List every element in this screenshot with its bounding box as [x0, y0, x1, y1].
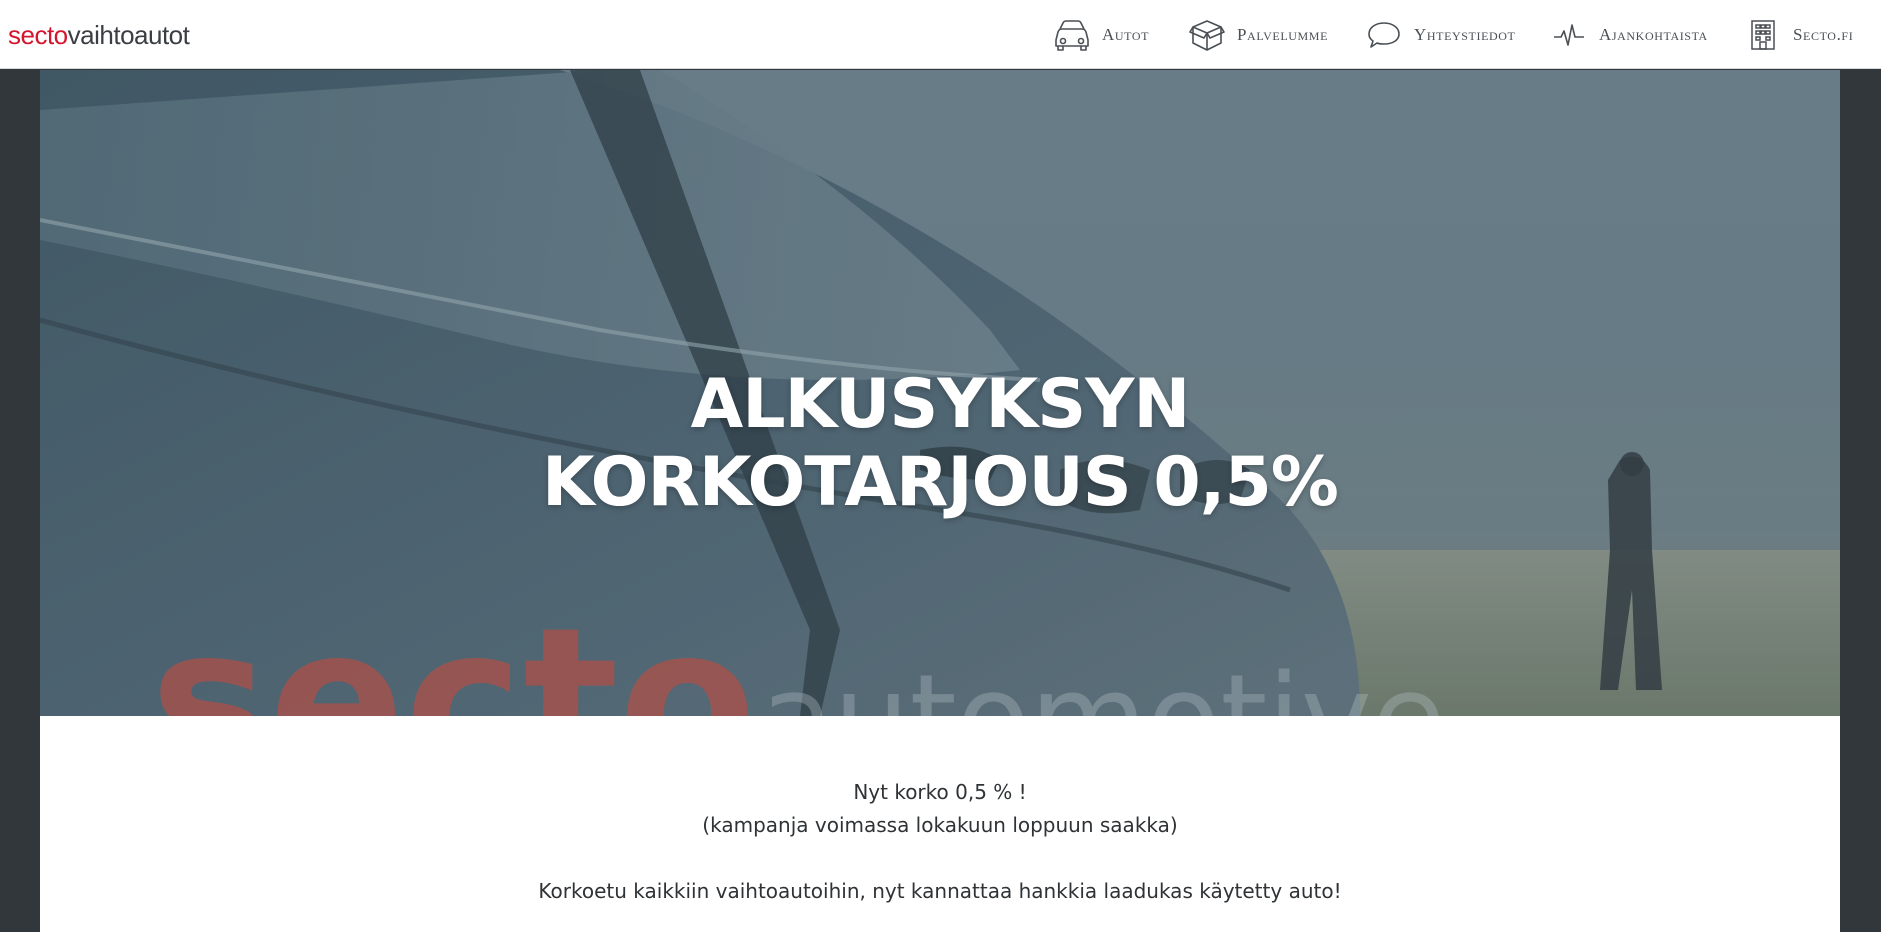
nav-item-yhteystiedot[interactable]: Yhteystiedot	[1364, 0, 1515, 69]
hero-title-line-1: ALKUSYKSYN	[690, 364, 1191, 444]
top-navigation-bar: sectovaihtoautot Autot Palvelumme Yhteys…	[0, 0, 1881, 69]
nav-label: Secto.fi	[1793, 24, 1854, 44]
car-icon	[1052, 15, 1092, 55]
nav-label: Palvelumme	[1237, 24, 1329, 44]
building-icon	[1743, 15, 1783, 55]
speech-bubble-icon	[1364, 15, 1404, 55]
nav-label: Autot	[1102, 24, 1150, 44]
campaign-validity-text: (kampanja voimassa lokakuun loppuun saak…	[702, 813, 1178, 837]
hero-title-line-2: KORKOTARJOUS 0,5%	[542, 442, 1339, 522]
nav-item-ajankohtaista[interactable]: Ajankohtaista	[1549, 0, 1708, 69]
nav-item-secto-fi[interactable]: Secto.fi	[1743, 0, 1853, 69]
nav-item-palvelumme[interactable]: Palvelumme	[1187, 0, 1328, 69]
nav-label: Yhteystiedot	[1414, 24, 1516, 44]
nav-label: Ajankohtaista	[1599, 24, 1708, 44]
campaign-rate-text: Nyt korko 0,5 % !	[853, 780, 1027, 804]
campaign-content: Nyt korko 0,5 % ! (kampanja voimassa lok…	[40, 716, 1840, 932]
campaign-description-text: Korkoetu kaikkiin vaihtoautoihin, nyt ka…	[538, 879, 1342, 903]
nav-item-autot[interactable]: Autot	[1052, 0, 1149, 69]
main-nav: Autot Palvelumme Yhteystiedot Ajankohtai…	[0, 0, 1881, 69]
box-icon	[1187, 15, 1227, 55]
pulse-icon	[1549, 15, 1589, 55]
hero-title: ALKUSYKSYN KORKOTARJOUS 0,5%	[40, 364, 1840, 522]
hero-banner: secto automotive ALKUSYKSYN KORKOTARJOUS…	[40, 70, 1840, 716]
